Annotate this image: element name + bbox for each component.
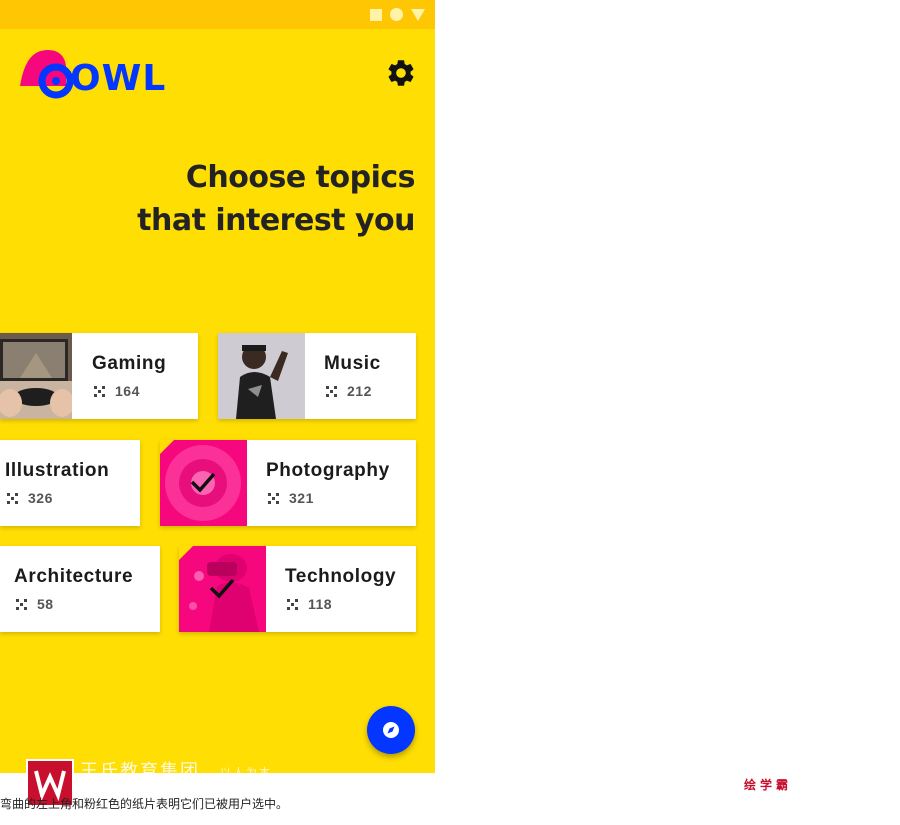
triangle-icon xyxy=(411,8,425,21)
technology-photo-icon xyxy=(179,546,266,632)
app-logo: OWL xyxy=(18,48,165,100)
topic-name: Illustration xyxy=(5,460,110,481)
topic-card-technology[interactable]: Technology 118 xyxy=(179,546,416,632)
topic-image-photography-selected xyxy=(160,440,247,526)
topic-card-photography[interactable]: Photography 321 xyxy=(160,440,416,526)
settings-button[interactable] xyxy=(385,57,417,89)
topic-name: Music xyxy=(324,353,381,374)
gear-icon xyxy=(388,60,414,86)
music-photo-icon xyxy=(218,333,305,419)
watermark-org: 王氏教育集团 xyxy=(80,761,200,782)
topic-card-gaming[interactable]: Gaming 164 xyxy=(0,333,198,419)
topic-card-illustration[interactable]: Illustration 326 xyxy=(0,440,140,526)
topic-name: Architecture xyxy=(14,566,134,587)
topic-count: 118 xyxy=(308,596,333,612)
topic-image-gaming xyxy=(0,333,72,419)
app-screen: OWL Choose topics that interest you Gami… xyxy=(0,0,435,773)
topic-card-music[interactable]: Music 212 xyxy=(218,333,416,419)
grid-dots-icon xyxy=(326,385,337,397)
topic-name: Photography xyxy=(266,460,390,481)
topic-count: 164 xyxy=(115,383,140,399)
grid-dots-icon xyxy=(94,385,105,397)
image-caption: 弯曲的左上角和粉红色的纸片表明它们已被用户选中。 xyxy=(0,797,289,811)
topic-name: Technology xyxy=(285,566,397,587)
page-title: Choose topics that interest you xyxy=(75,156,415,242)
topic-count: 326 xyxy=(28,490,53,506)
grid-dots-icon xyxy=(16,598,27,610)
topic-image-music xyxy=(218,333,305,419)
compass-icon xyxy=(383,722,399,738)
watermark-slogan: 以人为本 xyxy=(220,766,272,779)
explore-fab[interactable] xyxy=(367,706,415,754)
topic-count: 321 xyxy=(289,490,314,506)
status-bar xyxy=(0,0,435,29)
circle-icon xyxy=(390,8,403,21)
topic-count: 58 xyxy=(37,596,54,612)
photography-photo-icon xyxy=(160,440,247,526)
watermark-brand: 绘学霸 xyxy=(744,778,793,792)
logo-text: OWL xyxy=(70,58,167,99)
gaming-photo-icon xyxy=(0,333,72,419)
grid-dots-icon xyxy=(7,492,18,504)
square-icon xyxy=(370,8,382,21)
title-line-2: that interest you xyxy=(137,203,415,238)
topic-image-technology-selected xyxy=(179,546,266,632)
topic-name: Gaming xyxy=(92,353,167,374)
grid-dots-icon xyxy=(287,598,298,610)
topic-card-architecture[interactable]: Architecture 58 xyxy=(0,546,160,632)
topic-count: 212 xyxy=(347,383,372,399)
grid-dots-icon xyxy=(268,492,279,504)
title-line-1: Choose topics xyxy=(185,160,416,195)
